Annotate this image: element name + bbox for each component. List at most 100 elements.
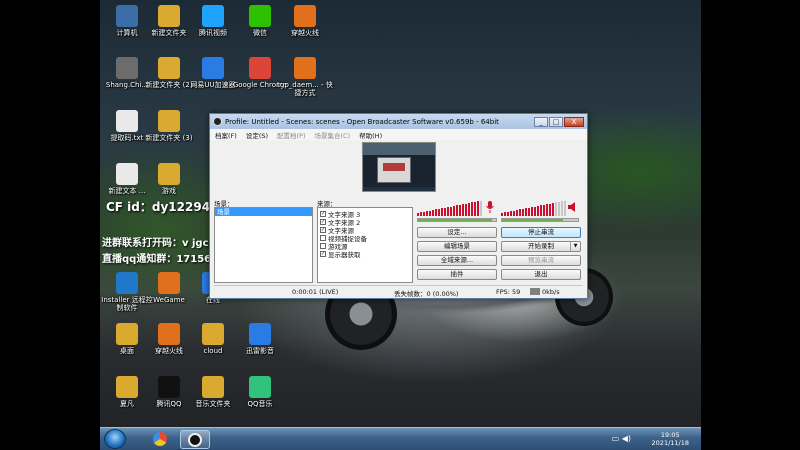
clock-date: 2021/11/18 bbox=[651, 439, 689, 447]
desktop-icon-label: 游戏 bbox=[162, 187, 176, 195]
source-checkbox[interactable] bbox=[320, 235, 326, 241]
system-tray[interactable]: ▭ ◀) bbox=[612, 434, 631, 443]
desktop-volume-meter bbox=[501, 200, 566, 216]
meter-bar bbox=[510, 211, 512, 216]
speaker-icon[interactable] bbox=[568, 201, 578, 213]
clock[interactable]: 19:05 2021/11/18 bbox=[652, 431, 689, 447]
menu-profiles[interactable]: 配置档(P) bbox=[277, 130, 306, 140]
desktop-icon[interactable]: tgp_daem... - 快捷方式 bbox=[276, 57, 334, 97]
folder-icon bbox=[202, 376, 224, 398]
scenes-list[interactable]: 场景 bbox=[214, 207, 313, 283]
desktop-icon[interactable]: 新建文件夹 (3) bbox=[140, 110, 198, 142]
obs-icon bbox=[188, 433, 202, 447]
meter-bar bbox=[426, 211, 428, 216]
volume-icon[interactable]: ◀) bbox=[622, 434, 631, 443]
menu-settings[interactable]: 设定(S) bbox=[246, 130, 268, 140]
source-checkbox[interactable]: ✓ bbox=[320, 211, 326, 217]
title-bar[interactable]: Profile: Untitled - Scenes: scenes - Ope… bbox=[210, 114, 587, 129]
preview-stream-button[interactable]: 预览串流 bbox=[501, 255, 581, 266]
meter-bar bbox=[564, 200, 566, 216]
source-item[interactable]: ✓ 显示器获取 bbox=[318, 250, 412, 259]
meter-bar bbox=[438, 208, 440, 216]
meter-bar bbox=[459, 204, 461, 216]
uu-accelerator-icon bbox=[202, 57, 224, 79]
overlay-cf-id: CF id：dy122943 bbox=[106, 200, 219, 214]
taskbar-app-browser[interactable] bbox=[145, 430, 175, 449]
meter-bar bbox=[462, 204, 464, 216]
wechat-icon bbox=[249, 5, 271, 27]
text-file-icon bbox=[116, 110, 138, 132]
scene-item[interactable]: 场景 bbox=[215, 208, 312, 216]
folder-icon bbox=[158, 5, 180, 27]
meter-bar bbox=[549, 203, 551, 216]
meter-bar bbox=[468, 202, 470, 216]
start-record-button[interactable]: 开始录制 ▼ bbox=[501, 241, 581, 252]
meter-bar bbox=[558, 201, 560, 216]
start-button[interactable] bbox=[104, 429, 126, 449]
folder-icon bbox=[158, 57, 180, 79]
folder-icon bbox=[116, 323, 138, 345]
meter-bar bbox=[441, 208, 443, 216]
meter-bar bbox=[561, 201, 563, 216]
meter-bar bbox=[456, 205, 458, 216]
desktop-icon[interactable]: 游戏 bbox=[140, 163, 198, 195]
menu-file[interactable]: 档案(F) bbox=[215, 130, 237, 140]
meter-bar bbox=[537, 205, 539, 216]
stop-stream-button[interactable]: 停止串流 bbox=[501, 227, 581, 238]
video-file-icon bbox=[116, 57, 138, 79]
sources-list[interactable]: ✓ 文字来源 3 ✓ 文字来源 2 ✓ 文字来源 视频捕捉设备 游戏源 ✓ 显示器获取 bbox=[317, 207, 413, 283]
stream-preview bbox=[362, 142, 436, 192]
qq-icon bbox=[158, 376, 180, 398]
meter-bar bbox=[501, 213, 503, 216]
source-checkbox[interactable] bbox=[320, 243, 326, 249]
plugins-button[interactable]: 插件 bbox=[417, 269, 497, 280]
meter-bar bbox=[432, 210, 434, 216]
obs-app-icon bbox=[213, 117, 222, 126]
desktop-icon[interactable]: 迅雷影音 bbox=[231, 323, 289, 355]
folder-icon bbox=[158, 163, 180, 185]
obs-window[interactable]: Profile: Untitled - Scenes: scenes - Ope… bbox=[209, 113, 588, 299]
menu-scene-collection[interactable]: 场景集合(C) bbox=[315, 130, 351, 140]
meter-bar bbox=[555, 202, 557, 216]
meter-bar bbox=[420, 212, 422, 216]
desktop-icon[interactable]: QQ音乐 bbox=[231, 376, 289, 408]
meter-bar bbox=[471, 202, 473, 216]
stream-time: 0:00:01 (LIVE) bbox=[292, 288, 339, 296]
meter-bar bbox=[423, 211, 425, 216]
meter-bar bbox=[480, 200, 482, 216]
meter-bar bbox=[540, 205, 542, 216]
meter-bar bbox=[546, 204, 548, 216]
crossfire-icon bbox=[158, 323, 180, 345]
folder-icon bbox=[158, 110, 180, 132]
mic-volume-slider[interactable] bbox=[417, 218, 497, 222]
taskbar-app-obs[interactable] bbox=[180, 430, 210, 449]
meter-bar bbox=[465, 203, 467, 216]
source-checkbox[interactable]: ✓ bbox=[320, 219, 326, 225]
status-bar: 0:00:01 (LIVE) 丢失帧数：0 (0.00%) FPS: 59 0k… bbox=[214, 285, 583, 298]
source-name: 显示器获取 bbox=[328, 251, 361, 259]
maximize-button[interactable]: □ bbox=[549, 116, 563, 127]
fps-readout: FPS: 59 bbox=[496, 288, 521, 296]
dropdown-arrow-icon[interactable]: ▼ bbox=[570, 242, 580, 251]
menu-help[interactable]: 帮助(H) bbox=[359, 130, 382, 140]
tgp-icon bbox=[294, 57, 316, 79]
global-sources-button[interactable]: 全域来源... bbox=[417, 255, 497, 266]
edit-scene-button[interactable]: 编辑场景 bbox=[417, 241, 497, 252]
source-checkbox[interactable]: ✓ bbox=[320, 227, 326, 233]
network-icon[interactable]: ▭ bbox=[612, 434, 620, 443]
folder-icon bbox=[202, 323, 224, 345]
desktop-icon[interactable]: 穿越火线 bbox=[276, 5, 334, 37]
desktop: 计算机 新建文件夹 腾讯视频 微信 穿越火线 Shang.Chi... 新建文件夹 (2) 网… bbox=[100, 0, 701, 450]
exit-button[interactable]: 退出 bbox=[501, 269, 581, 280]
desktop-icon-label: 新建文件夹 (3) bbox=[145, 134, 193, 142]
meter-bar bbox=[552, 202, 554, 216]
close-button[interactable]: X bbox=[564, 116, 584, 127]
minimize-button[interactable]: _ bbox=[534, 116, 548, 127]
meter-bar bbox=[525, 208, 527, 216]
meter-bar bbox=[477, 201, 479, 216]
computer-icon bbox=[116, 5, 138, 27]
source-checkbox[interactable]: ✓ bbox=[320, 251, 326, 257]
desktop-volume-slider[interactable] bbox=[501, 218, 579, 222]
settings-button[interactable]: 设定... bbox=[417, 227, 497, 238]
microphone-icon[interactable] bbox=[485, 201, 495, 213]
